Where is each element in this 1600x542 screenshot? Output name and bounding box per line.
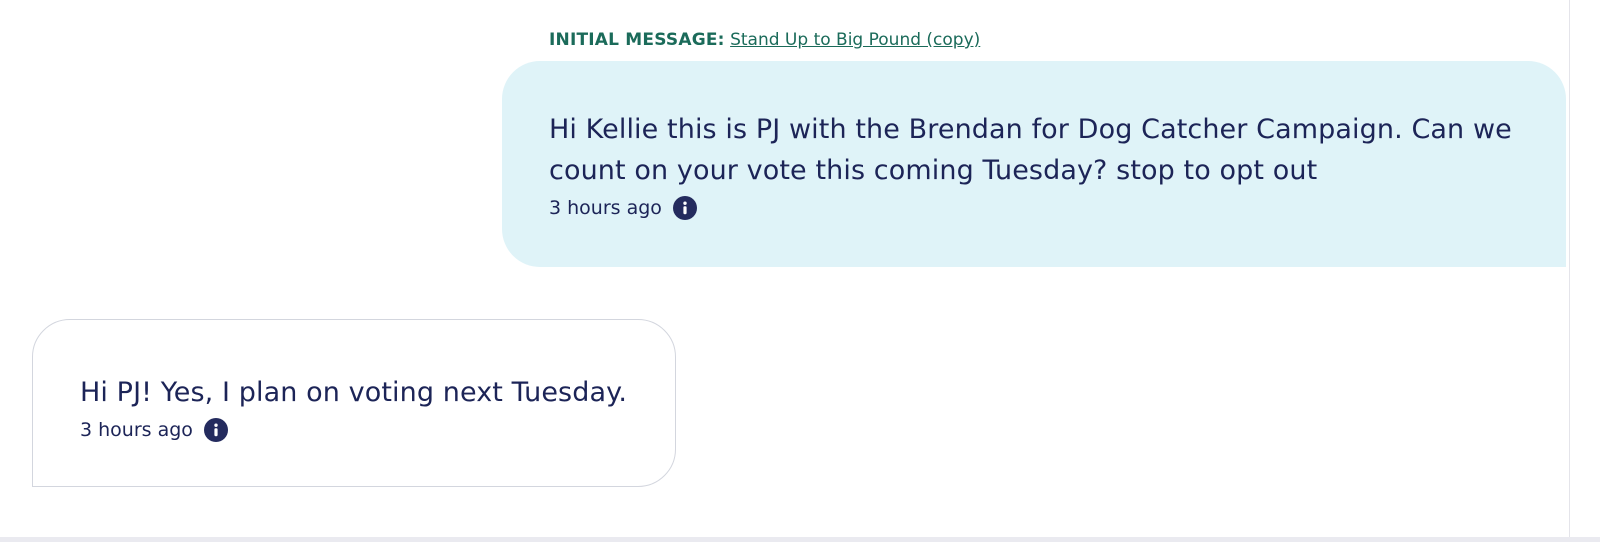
message-meta: 3 hours ago <box>549 196 1526 220</box>
message-text: Hi Kellie this is PJ with the Brendan fo… <box>549 114 1512 186</box>
message-timestamp: 3 hours ago <box>80 419 193 441</box>
initial-message-link[interactable]: Stand Up to Big Pound (copy) <box>730 30 980 50</box>
initial-message-prefix: INITIAL MESSAGE: <box>549 30 725 50</box>
info-icon[interactable] <box>672 196 697 220</box>
outgoing-message-bubble: Hi Kellie this is PJ with the Brendan fo… <box>502 61 1566 267</box>
incoming-message-bubble: Hi PJ! Yes, I plan on voting next Tuesda… <box>32 319 676 487</box>
message-timestamp: 3 hours ago <box>549 197 662 219</box>
info-icon[interactable] <box>203 418 228 442</box>
message-text: Hi PJ! Yes, I plan on voting next Tuesda… <box>80 377 628 408</box>
message-meta: 3 hours ago <box>80 418 645 442</box>
message-thread: INITIAL MESSAGE: Stand Up to Big Pound (… <box>0 0 1600 542</box>
scrollbar-track[interactable] <box>1569 0 1600 537</box>
initial-message-label: INITIAL MESSAGE: Stand Up to Big Pound (… <box>549 30 980 50</box>
